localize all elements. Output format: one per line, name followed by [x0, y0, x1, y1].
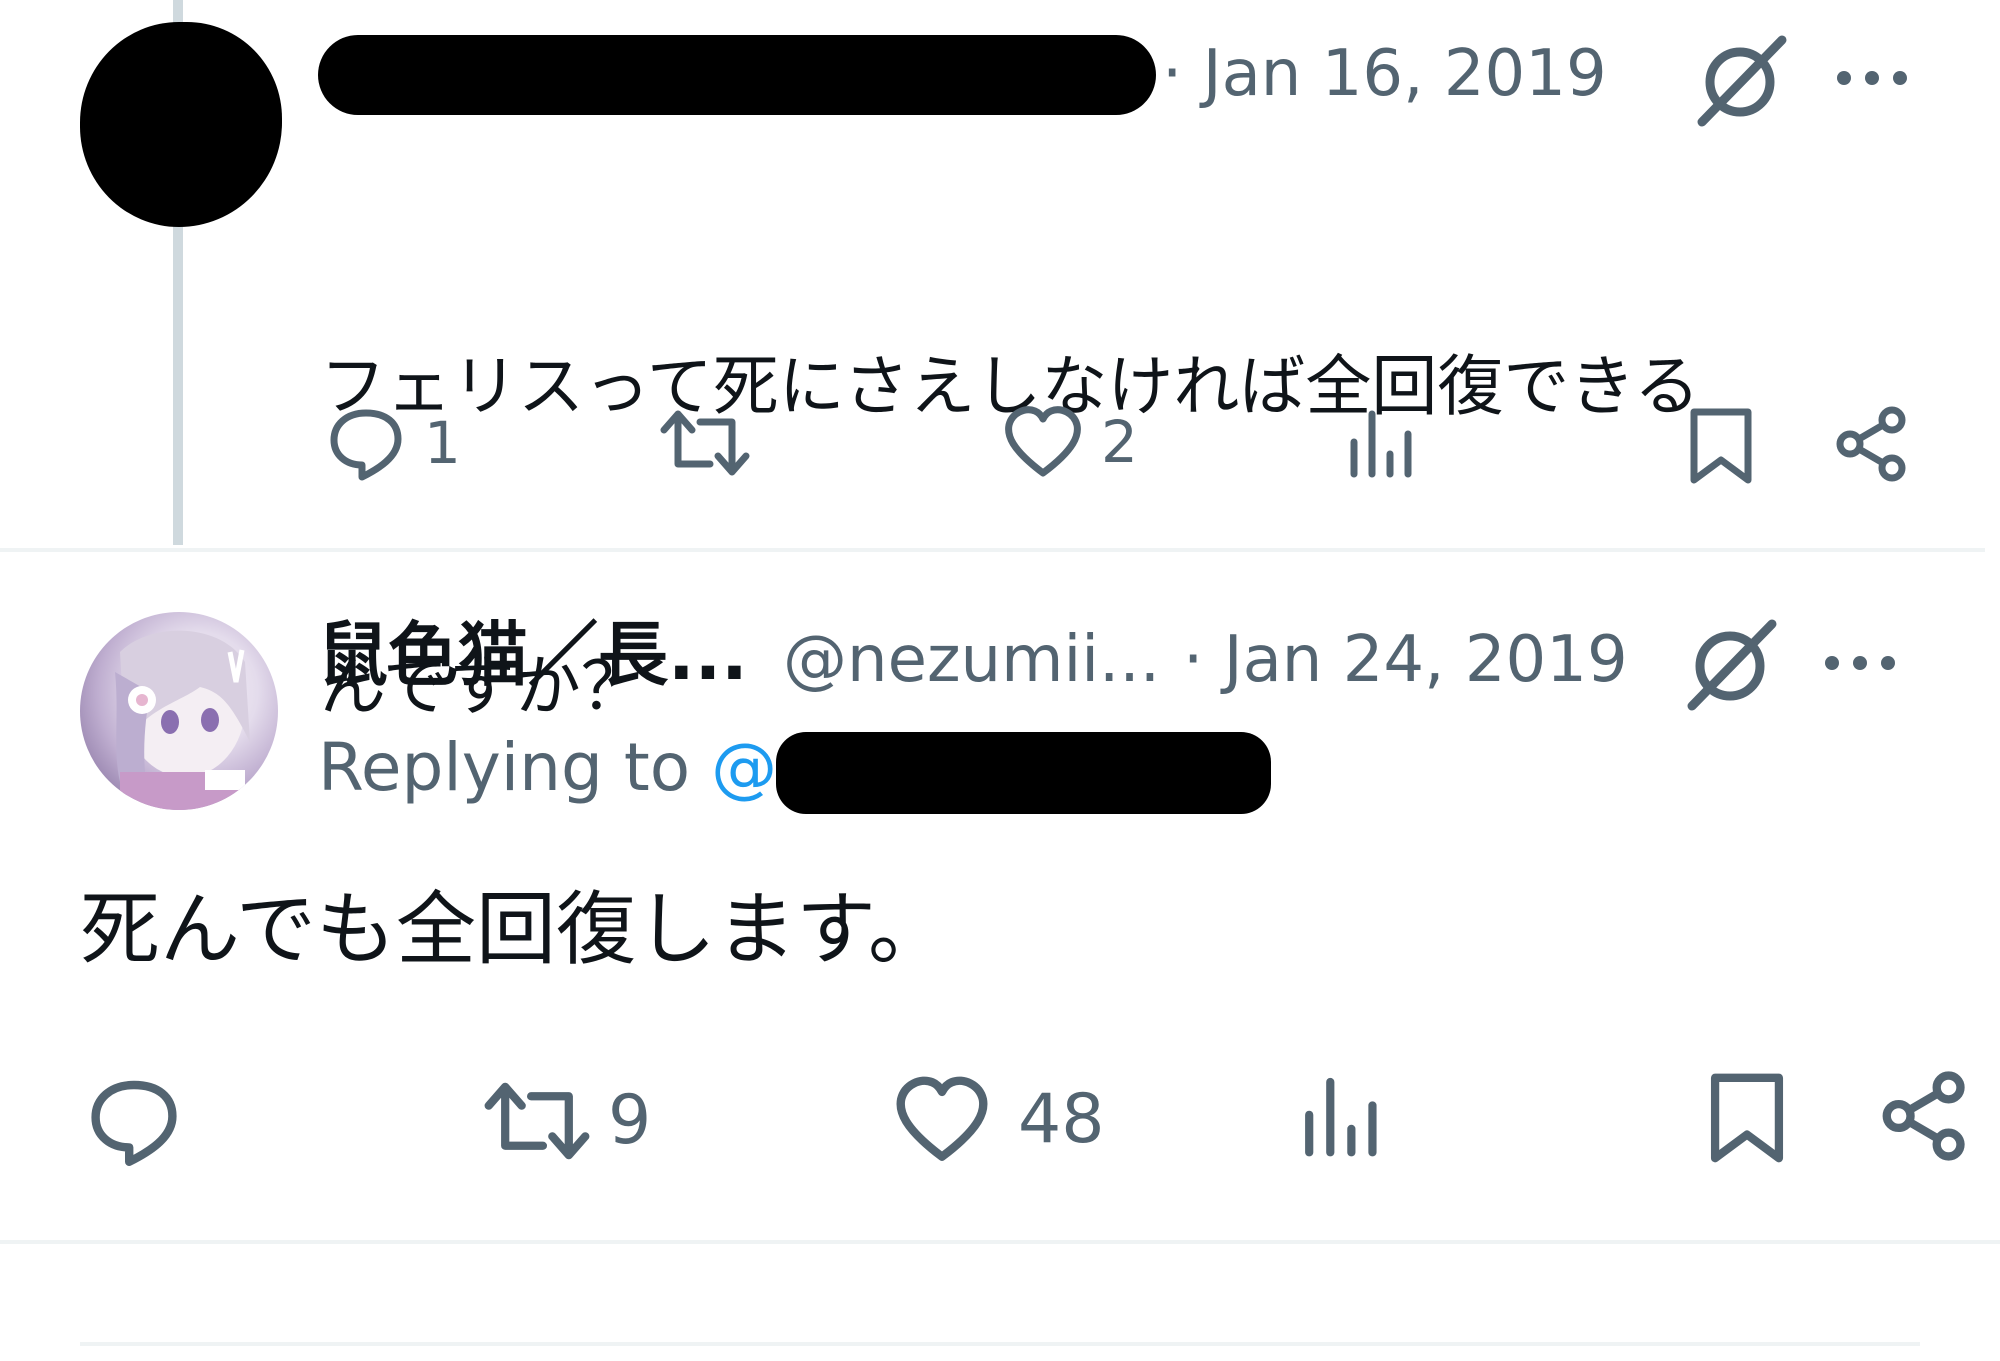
like-icon — [896, 1076, 988, 1161]
grok-icon[interactable] — [1680, 614, 1780, 714]
divider — [80, 1342, 1920, 1346]
like-count: 2 — [1101, 408, 1138, 476]
reply-icon — [91, 1080, 177, 1166]
replying-to: Replying to @ — [318, 735, 777, 801]
grok-icon[interactable] — [1690, 30, 1790, 130]
reply-count: 1 — [424, 409, 461, 477]
share-button[interactable] — [1882, 1070, 1970, 1162]
share-button[interactable] — [1836, 406, 1910, 482]
avatar-illustration — [115, 630, 250, 810]
share-icon — [1882, 1071, 1965, 1161]
replying-label: Replying to — [318, 729, 691, 806]
reply-icon — [330, 409, 402, 481]
redacted-reply-handle[interactable] — [776, 732, 1271, 814]
user-handle[interactable]: @nezumii... — [783, 628, 1160, 692]
like-icon — [1005, 406, 1081, 477]
more-icon[interactable] — [1820, 648, 1900, 678]
retweet-count: 9 — [608, 1081, 652, 1160]
bookmark-icon — [1690, 408, 1752, 484]
bookmark-icon — [1710, 1073, 1784, 1163]
redacted-user-name[interactable] — [318, 35, 1156, 115]
avatar[interactable] — [80, 612, 278, 810]
display-name[interactable]: 鼠色猫／長... — [318, 620, 748, 690]
tweet-date[interactable]: · Jan 16, 2019 — [1162, 42, 1607, 106]
views-button[interactable] — [1302, 1075, 1382, 1157]
views-icon — [1350, 410, 1412, 478]
tweet-date[interactable]: · Jan 24, 2019 — [1183, 628, 1628, 692]
retweet-button[interactable]: 9 — [484, 1075, 651, 1167]
like-count: 48 — [1018, 1079, 1105, 1159]
like-button[interactable]: 48 — [894, 1075, 1105, 1164]
retweet-icon — [484, 1082, 590, 1160]
like-button[interactable]: 2 — [1003, 405, 1138, 479]
tweet-text: 死んでも全回復します。 — [80, 883, 948, 976]
views-button[interactable] — [1348, 408, 1416, 478]
retweet-icon — [660, 410, 750, 476]
reply-button[interactable]: 1 — [326, 403, 461, 483]
avatar-redacted[interactable] — [80, 22, 282, 227]
retweet-button[interactable] — [660, 404, 750, 482]
reply-button[interactable] — [86, 1073, 200, 1169]
replying-at[interactable]: @ — [711, 729, 777, 806]
views-icon — [1305, 1077, 1377, 1157]
divider — [0, 1240, 2000, 1244]
bookmark-button[interactable] — [1688, 406, 1754, 486]
bookmark-button[interactable] — [1708, 1070, 1786, 1166]
more-icon[interactable] — [1832, 63, 1912, 93]
divider — [0, 548, 1985, 552]
share-icon — [1836, 406, 1906, 482]
